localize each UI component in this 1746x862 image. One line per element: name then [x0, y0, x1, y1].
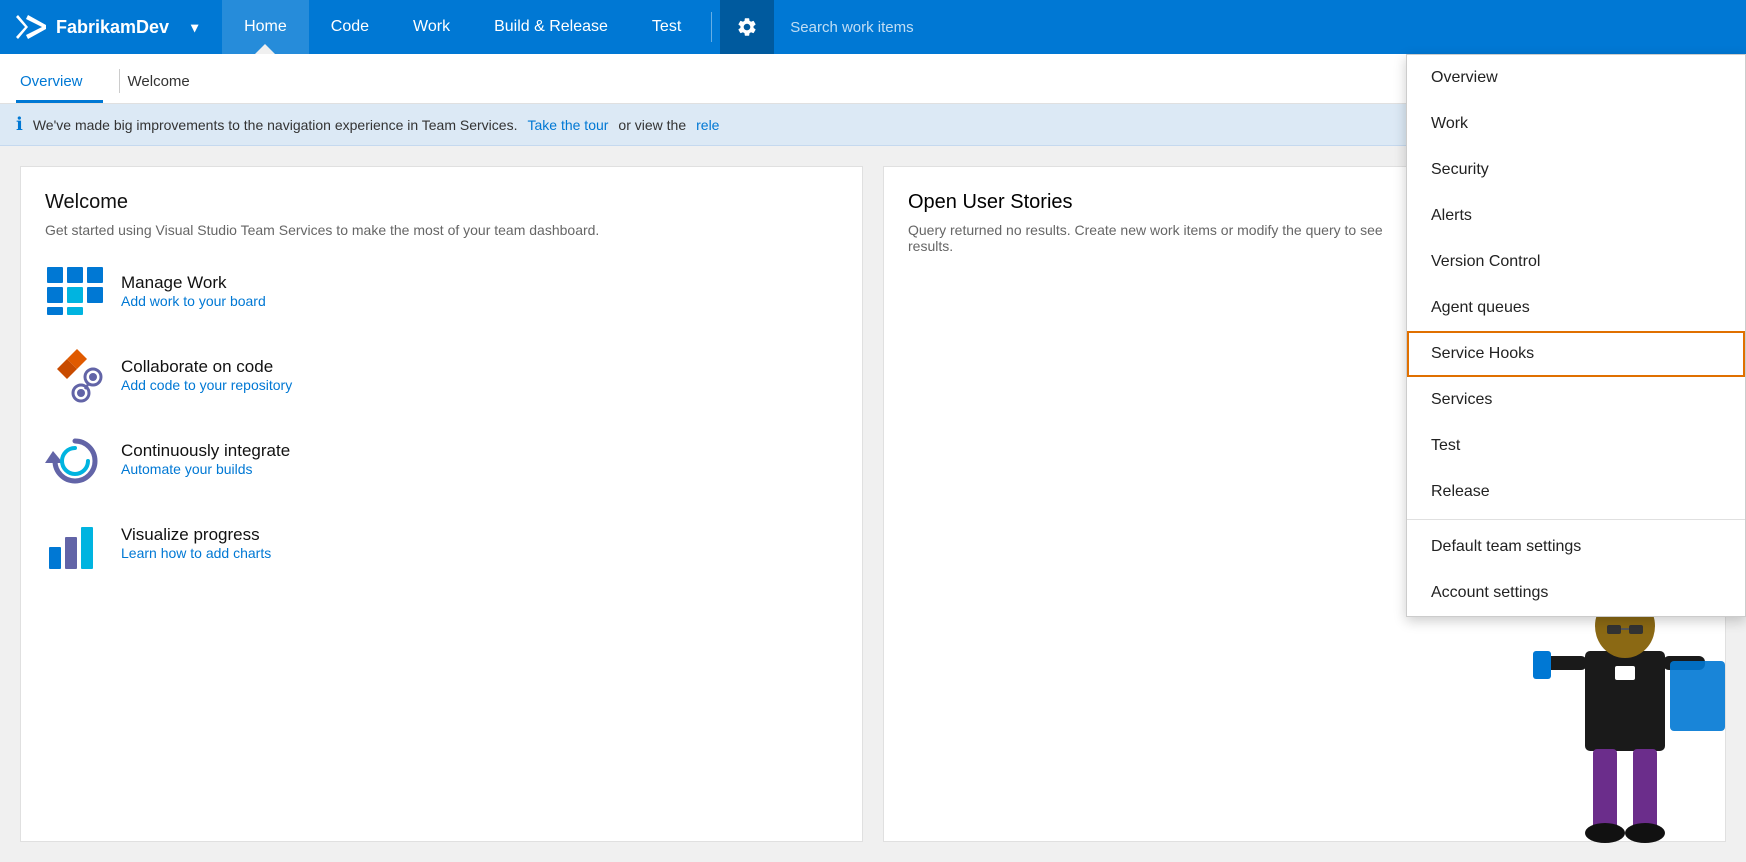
visualize-title: Visualize progress [121, 525, 271, 545]
info-icon: ℹ [16, 114, 23, 135]
settings-gear-button[interactable] [720, 0, 774, 54]
visualize-icon [45, 514, 105, 574]
search-placeholder: Search work items [790, 19, 913, 36]
tab-overview[interactable]: Overview [16, 61, 103, 103]
welcome-card: Welcome Get started using Visual Studio … [20, 166, 863, 842]
dropdown-release[interactable]: Release [1407, 469, 1745, 515]
settings-dropdown: Overview Work Security Alerts Version Co… [1406, 54, 1746, 617]
banner-text2: or view the [618, 117, 686, 133]
brand-dropdown-button[interactable]: ▾ [183, 15, 206, 40]
collaborate-text: Collaborate on code Add code to your rep… [121, 357, 292, 395]
integrate-item: Continuously integrate Automate your bui… [45, 430, 838, 490]
top-navigation: FabrikamDev ▾ Home Code Work Build & Rel… [0, 0, 1746, 54]
nav-home[interactable]: Home [222, 0, 309, 54]
visualize-item: Visualize progress Learn how to add char… [45, 514, 838, 574]
banner-release-link[interactable]: rele [696, 117, 719, 133]
dropdown-service-hooks[interactable]: Service Hooks [1407, 331, 1745, 377]
kanban-board-icon [45, 265, 105, 320]
collaborate-title: Collaborate on code [121, 357, 292, 377]
nav-test[interactable]: Test [630, 0, 703, 54]
visualize-link[interactable]: Learn how to add charts [121, 545, 271, 561]
welcome-subtitle: Get started using Visual Studio Team Ser… [45, 222, 838, 238]
search-area[interactable]: Search work items [774, 19, 1746, 36]
code-collaborate-icon [45, 349, 105, 404]
manage-work-title: Manage Work [121, 273, 266, 293]
dropdown-services[interactable]: Services [1407, 377, 1745, 423]
welcome-title: Welcome [45, 191, 838, 214]
banner-text: We've made big improvements to the navig… [33, 117, 518, 133]
collaborate-item: Collaborate on code Add code to your rep… [45, 346, 838, 406]
dropdown-alerts[interactable]: Alerts [1407, 193, 1745, 239]
dropdown-agent-queues[interactable]: Agent queues [1407, 285, 1745, 331]
bar-chart-icon [45, 517, 105, 572]
dropdown-default-team[interactable]: Default team settings [1407, 524, 1745, 570]
tab-welcome[interactable]: Welcome [124, 61, 210, 103]
dropdown-overview[interactable]: Overview [1407, 55, 1745, 101]
nav-separator [711, 12, 712, 42]
dropdown-account-settings[interactable]: Account settings [1407, 570, 1745, 616]
nav-build-release[interactable]: Build & Release [472, 0, 630, 54]
collaborate-link[interactable]: Add code to your repository [121, 377, 292, 393]
vs-logo-icon [16, 11, 48, 43]
integrate-text: Continuously integrate Automate your bui… [121, 441, 290, 479]
ci-refresh-icon [45, 433, 105, 488]
gear-icon [736, 16, 758, 38]
integrate-title: Continuously integrate [121, 441, 290, 461]
integrate-link[interactable]: Automate your builds [121, 461, 253, 477]
manage-work-icon [45, 262, 105, 322]
integrate-icon [45, 430, 105, 490]
nav-code[interactable]: Code [309, 0, 391, 54]
dropdown-security[interactable]: Security [1407, 147, 1745, 193]
manage-work-link[interactable]: Add work to your board [121, 293, 266, 309]
brand-logo[interactable]: FabrikamDev ▾ [0, 11, 222, 43]
manage-work-item: Manage Work Add work to your board [45, 262, 838, 322]
nav-links: Home Code Work Build & Release Test [222, 0, 703, 54]
dropdown-test[interactable]: Test [1407, 423, 1745, 469]
dropdown-work[interactable]: Work [1407, 101, 1745, 147]
brand-name: FabrikamDev [56, 17, 169, 38]
dropdown-version-control[interactable]: Version Control [1407, 239, 1745, 285]
dropdown-divider [1407, 519, 1745, 520]
nav-work[interactable]: Work [391, 0, 472, 54]
manage-work-text: Manage Work Add work to your board [121, 273, 266, 311]
collaborate-icon [45, 346, 105, 406]
banner-tour-link[interactable]: Take the tour [527, 117, 608, 133]
subnav-divider [119, 69, 120, 93]
visualize-text: Visualize progress Learn how to add char… [121, 525, 271, 563]
